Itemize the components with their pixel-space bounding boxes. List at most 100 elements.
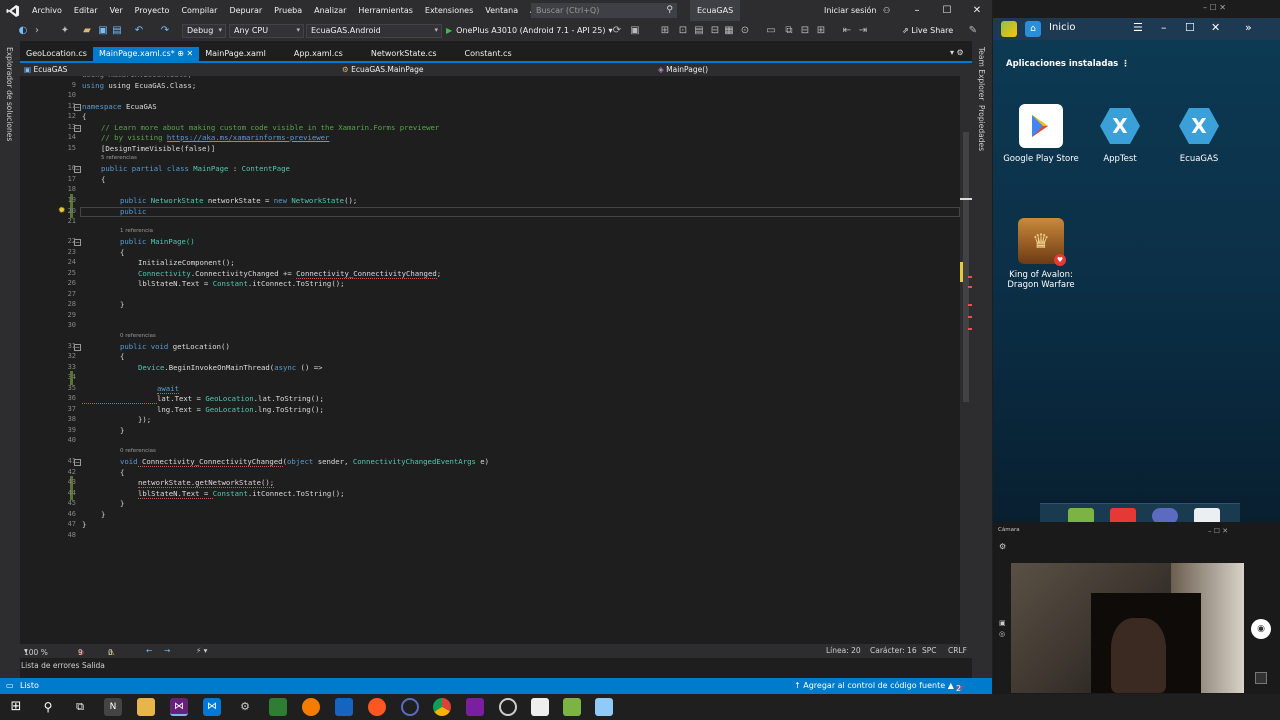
signin-link[interactable]: Iniciar sesión ⚇: [824, 0, 890, 21]
tab-networkstate[interactable]: NetworkState.cs: [349, 47, 443, 61]
codelens-references[interactable]: 1 referencia: [120, 228, 153, 234]
tab-mainpage-xaml-cs[interactable]: MainPage.xaml.cs* ⊕ ✕: [92, 47, 200, 61]
menu-herramientas[interactable]: Herramientas: [352, 6, 419, 15]
tab-constant[interactable]: Constant.cs: [443, 47, 518, 61]
search-input[interactable]: Buscar (Ctrl+Q) ⚲: [531, 3, 677, 18]
chrome-icon[interactable]: [433, 698, 451, 716]
camera-app-icon[interactable]: [531, 698, 549, 716]
collapse-icon[interactable]: −: [74, 459, 81, 466]
run-button[interactable]: ▶ OnePlus A3010 (Android 7.1 - API 25) ▾: [446, 24, 612, 38]
save-icon[interactable]: ▣: [96, 24, 110, 38]
menu-proyecto[interactable]: Proyecto: [129, 6, 176, 15]
toolbar-icon[interactable]: ⊞: [814, 24, 828, 38]
navigate-back-icon[interactable]: ←: [146, 646, 152, 655]
bluestacks-icon[interactable]: [563, 698, 581, 716]
firefox-icon[interactable]: [302, 698, 320, 716]
menu-archivo[interactable]: Archivo: [26, 6, 68, 15]
class-dropdown[interactable]: ⚙ EcuaGAS.MainPage: [338, 63, 652, 76]
minimize-icon[interactable]: –: [1161, 21, 1167, 34]
netbeans-icon[interactable]: N: [104, 698, 122, 716]
undo-icon[interactable]: ↶: [132, 24, 146, 38]
scrollbar-thumb[interactable]: [963, 132, 969, 402]
close-icon[interactable]: ✕: [1211, 21, 1220, 34]
member-dropdown[interactable]: ◈ MainPage(): [654, 63, 972, 76]
photo-mode-icon[interactable]: ◎: [999, 630, 1005, 638]
toolbar-icon[interactable]: ▭: [764, 24, 778, 38]
codelens-references[interactable]: 0 referencias: [120, 448, 156, 454]
toolbar-icon[interactable]: ▦: [722, 24, 736, 38]
menu-depurar[interactable]: Depurar: [223, 6, 268, 15]
toolbar-icon[interactable]: ⊙: [738, 24, 752, 38]
lightbulb-icon[interactable]: ✹: [58, 206, 66, 216]
settings-icon[interactable]: ⚙: [999, 542, 1006, 551]
forward-icon[interactable]: ›: [30, 24, 44, 38]
feedback-icon[interactable]: ✎: [966, 24, 980, 38]
collapse-icon[interactable]: −: [74, 344, 81, 351]
toolbar-icon[interactable]: ⧉: [782, 24, 796, 38]
menu-ver[interactable]: Ver: [104, 6, 129, 15]
app-icon[interactable]: [368, 698, 386, 716]
app-icon[interactable]: [595, 698, 613, 716]
hamburger-icon[interactable]: ☰: [1133, 21, 1143, 34]
startup-project-select[interactable]: EcuaGAS.Android ▾: [306, 24, 442, 38]
gift-icon[interactable]: [1110, 508, 1136, 522]
dock-app-icon[interactable]: [1068, 508, 1094, 522]
discord-icon[interactable]: [1152, 508, 1178, 522]
indent-mode[interactable]: SPC: [922, 646, 937, 655]
close-icon[interactable]: ✕: [962, 0, 992, 21]
editor-scrollbar[interactable]: [960, 76, 972, 644]
app-icon[interactable]: [466, 698, 484, 716]
windows-start-icon[interactable]: ⊞: [7, 698, 25, 716]
menu-editar[interactable]: Editar: [68, 6, 104, 15]
maximize-icon[interactable]: ☐: [1185, 21, 1195, 34]
zoom-level[interactable]: 100 % ▾: [24, 646, 48, 657]
collapse-icon[interactable]: −: [74, 104, 81, 111]
task-view-icon[interactable]: ⧉: [71, 698, 89, 716]
tab-list-icon[interactable]: ▾ ⚙: [950, 48, 964, 57]
hot-reload-icon[interactable]: ▣: [628, 24, 642, 38]
toolbar-icon[interactable]: ▤: [692, 24, 706, 38]
new-item-icon[interactable]: ✦: [58, 24, 72, 38]
open-icon[interactable]: ▰: [80, 24, 94, 38]
app-ecuagas[interactable]: X EcuaGAS: [1159, 104, 1239, 164]
home-icon[interactable]: ⌂: [1025, 21, 1041, 37]
menu-ventana[interactable]: Ventana: [479, 6, 524, 15]
codelens-references[interactable]: 5 referencias: [101, 155, 137, 161]
code-cleanup-icon[interactable]: ⚡ ▾: [196, 646, 207, 655]
minimize-icon[interactable]: –: [902, 0, 932, 21]
save-all-icon[interactable]: ▤: [110, 24, 124, 38]
menu-analizar[interactable]: Analizar: [308, 6, 352, 15]
solution-explorer-tab[interactable]: Explorador de soluciones: [5, 47, 14, 141]
team-explorer-tab[interactable]: Team Explorer: [977, 47, 986, 100]
redo-icon[interactable]: ↷: [158, 24, 172, 38]
menu-extensiones[interactable]: Extensiones: [419, 6, 479, 15]
app-icon[interactable]: [269, 698, 287, 716]
tab-error-list[interactable]: Lista de errores: [21, 661, 79, 670]
app-icon[interactable]: [335, 698, 353, 716]
expand-sidebar-icon[interactable]: »: [1245, 21, 1252, 34]
refresh-icon[interactable]: ⟳: [610, 24, 624, 38]
dock-app-icon[interactable]: [1194, 508, 1220, 522]
code-editor[interactable]: using Xamarin.Essentials; 9 using using …: [20, 76, 960, 644]
tab-mainpage-xaml[interactable]: MainPage.xaml: [199, 47, 272, 61]
codelens-references[interactable]: 0 referencias: [120, 333, 156, 339]
app-icon[interactable]: [401, 698, 419, 716]
search-icon[interactable]: ⚲: [39, 698, 57, 716]
app-king-of-avalon[interactable]: ♛ ♥ King of Avalon: Dragon Warfare: [1001, 218, 1081, 290]
menu-compilar[interactable]: Compilar: [175, 6, 223, 15]
navigate-forward-icon[interactable]: →: [164, 646, 170, 655]
line-endings[interactable]: CRLF: [948, 646, 967, 655]
camera-window-controls[interactable]: – ☐ ✕: [1208, 527, 1228, 535]
properties-tab[interactable]: Propiedades: [977, 105, 986, 151]
visual-studio-icon[interactable]: ⋈: [170, 698, 188, 716]
back-icon[interactable]: ◐: [16, 24, 30, 38]
capture-button[interactable]: ◉: [1251, 619, 1271, 639]
toolbar-icon[interactable]: ⊟: [798, 24, 812, 38]
toolbar-icon[interactable]: ⊞: [658, 24, 672, 38]
collapse-icon[interactable]: −: [74, 125, 81, 132]
app-icon[interactable]: ⚙: [236, 698, 254, 716]
menu-prueba[interactable]: Prueba: [268, 6, 308, 15]
video-mode-icon[interactable]: ▣: [999, 619, 1006, 627]
live-share-button[interactable]: ⇗ Live Share: [902, 24, 953, 38]
toolbar-icon[interactable]: ⇤: [840, 24, 854, 38]
